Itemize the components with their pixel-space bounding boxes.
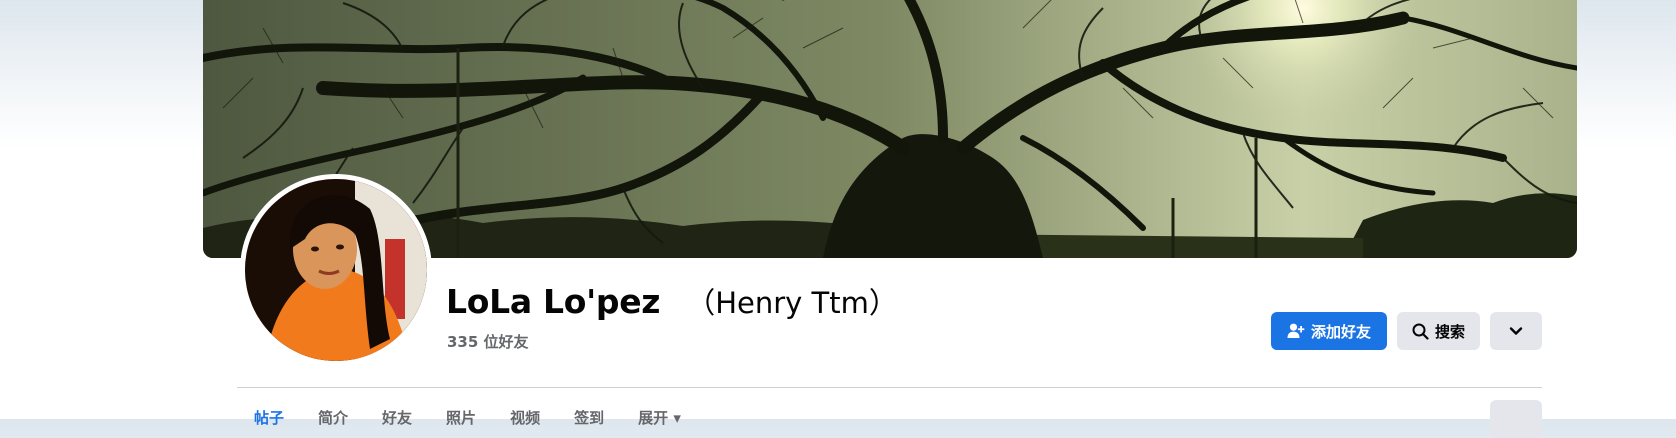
more-options-button[interactable] <box>1490 312 1542 350</box>
tab-friends[interactable]: 好友 <box>382 407 412 427</box>
header-divider <box>237 387 1542 388</box>
profile-name-row: LoLa Lo'pez （Henry Ttm） <box>446 280 898 332</box>
tab-about[interactable]: 简介 <box>318 407 348 427</box>
avatar-photo <box>245 179 427 361</box>
friend-count[interactable]: 335 位好友 <box>447 331 529 352</box>
search-label: 搜索 <box>1434 322 1465 341</box>
add-friend-button[interactable]: 添加好友 <box>1271 312 1387 350</box>
profile-tabs: 帖子 简介 好友 照片 视频 签到 展开 ▾ <box>254 407 715 427</box>
avatar[interactable] <box>245 179 427 361</box>
tab-photos[interactable]: 照片 <box>446 407 476 427</box>
search-button[interactable]: 搜索 <box>1397 312 1480 350</box>
profile-alternate-name: （Henry Ttm） <box>686 286 898 320</box>
search-icon <box>1412 323 1429 340</box>
add-friend-label: 添加好友 <box>1310 322 1371 341</box>
chevron-down-icon <box>1509 326 1523 336</box>
tab-videos[interactable]: 视频 <box>510 407 540 427</box>
tabs-more-options-button[interactable] <box>1490 400 1542 438</box>
profile-name: LoLa Lo'pez <box>446 282 661 321</box>
person-plus-icon <box>1287 323 1305 339</box>
tab-checkins[interactable]: 签到 <box>574 407 604 427</box>
tab-posts[interactable]: 帖子 <box>254 407 284 427</box>
tab-more[interactable]: 展开 ▾ <box>638 407 681 427</box>
